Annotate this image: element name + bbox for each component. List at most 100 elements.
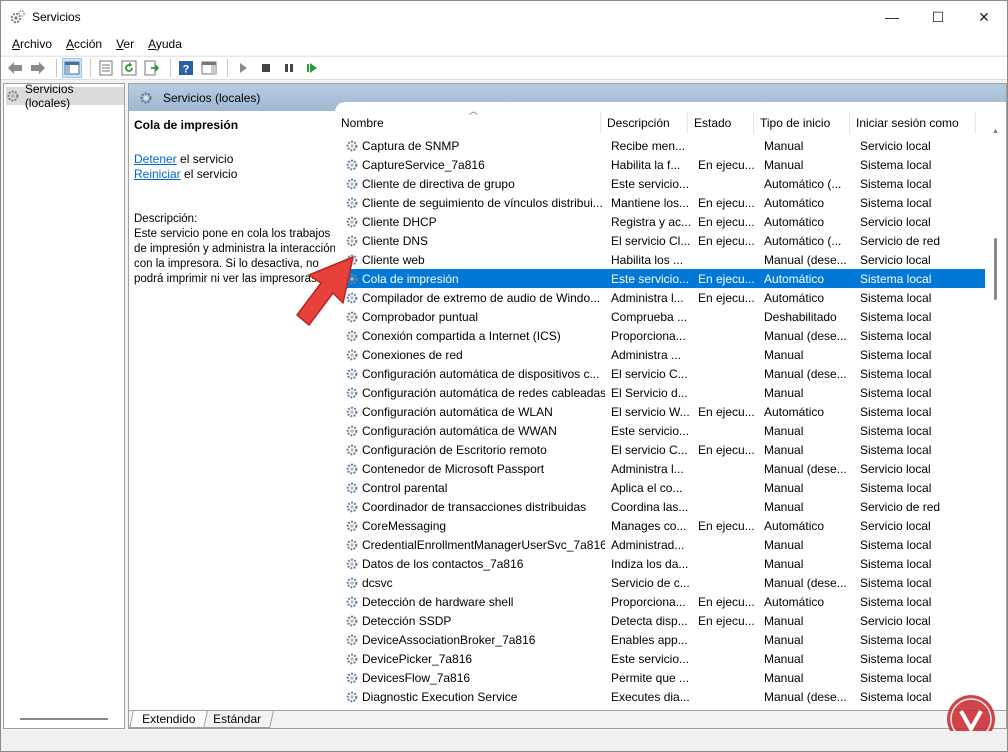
table-row[interactable]: Cliente DHCP Registra y ac... En ejecu... A… xyxy=(335,212,985,231)
tree-item-services-local[interactable]: Servicios (locales) xyxy=(6,82,124,110)
table-row[interactable]: Datos de los contactos_7a816 Indiza los d… xyxy=(335,554,985,573)
start-service-button[interactable] xyxy=(233,58,253,78)
minimize-icon: — xyxy=(885,9,899,25)
toolbar-separator xyxy=(90,59,91,77)
status-bar xyxy=(1,731,1007,751)
pause-service-button[interactable] xyxy=(279,58,299,78)
table-row[interactable]: Detección SSDP Detecta disp... En ejecu...… xyxy=(335,611,985,630)
service-name-text: DevicesFlow_7a816 xyxy=(362,670,471,685)
column-header-name[interactable]: Nombre xyxy=(335,112,601,134)
service-name: Cliente DHCP xyxy=(335,215,605,229)
table-row[interactable]: Captura de SNMP Recibe men... Manual Servic… xyxy=(335,136,985,155)
service-log-on-as: Sistema local xyxy=(860,651,932,666)
restart-service-button[interactable] xyxy=(302,58,322,78)
service-name-text: Compilador de extremo de audio de Windo.… xyxy=(362,290,601,305)
tree-horizontal-scrollbar[interactable] xyxy=(20,718,108,720)
service-log-on-as: Sistema local xyxy=(860,328,932,343)
back-button[interactable] xyxy=(5,58,25,78)
table-row[interactable]: Contenedor de Microsoft Passport Administ… xyxy=(335,459,985,478)
table-row[interactable]: CredentialEnrollmentManagerUserSvc_7a816… xyxy=(335,535,985,554)
table-row[interactable]: DevicesFlow_7a816 Permite que ... Manual Si… xyxy=(335,668,985,687)
service-gear-icon xyxy=(346,558,358,569)
table-row[interactable]: Cliente de directiva de grupo Este servic… xyxy=(335,174,985,193)
table-row[interactable]: Compilador de extremo de audio de Windo.… xyxy=(335,288,985,307)
maximize-button[interactable]: ☐ xyxy=(915,1,961,33)
vertical-scrollbar[interactable]: ▲ xyxy=(990,128,1000,698)
service-startup-type: Manual xyxy=(764,138,804,153)
table-row[interactable]: Cliente DNS El servicio Cl... En ejecu... A… xyxy=(335,231,985,250)
minimize-button[interactable]: — xyxy=(869,1,915,33)
table-row[interactable]: Configuración automática de dispositivos… xyxy=(335,364,985,383)
service-description-cell: El servicio C... xyxy=(611,442,688,457)
stop-service-link[interactable]: Detener xyxy=(134,152,177,166)
show-action-pane-button[interactable] xyxy=(199,58,219,78)
service-gear-icon xyxy=(346,596,358,607)
services-list: ︿ Nombre Descripción Estado Tipo de inic… xyxy=(335,102,1006,707)
back-arrow-icon xyxy=(8,62,22,74)
restart-service-link[interactable]: Reiniciar xyxy=(134,167,181,181)
stop-service-button[interactable] xyxy=(256,58,276,78)
table-row[interactable]: DevicePicker_7a816 Este servicio... Manual… xyxy=(335,649,985,668)
service-name-text: Captura de SNMP xyxy=(362,138,460,153)
table-row[interactable]: Diagnostic Execution Service Executes dia… xyxy=(335,687,985,706)
service-name: Configuración automática de dispositivos… xyxy=(335,367,605,381)
service-name-text: DevicePicker_7a816 xyxy=(362,651,473,666)
service-startup-type: Manual xyxy=(764,651,804,666)
table-row[interactable]: CoreMessaging Manages co... En ejecu... Aut… xyxy=(335,516,985,535)
service-startup-type: Manual (dese... xyxy=(764,328,847,343)
table-row[interactable]: Cliente de seguimiento de vínculos distr… xyxy=(335,193,985,212)
selected-service-name: Cola de impresión xyxy=(134,118,239,132)
service-name-text: dcsvc xyxy=(362,575,393,590)
column-header-log-on-as[interactable]: Iniciar sesión como xyxy=(850,112,976,134)
toolbar-separator xyxy=(56,59,57,77)
table-row[interactable]: CaptureService_7a816 Habilita la f... En e… xyxy=(335,155,985,174)
scroll-up-icon[interactable]: ▲ xyxy=(992,128,999,135)
table-row[interactable]: Cola de impresión Este servicio... En ejec… xyxy=(335,269,985,288)
table-row[interactable]: Configuración automática de WWAN Este ser… xyxy=(335,421,985,440)
table-row[interactable]: Configuración de Escritorio remoto El ser… xyxy=(335,440,985,459)
service-gear-icon xyxy=(346,482,358,493)
refresh-button[interactable] xyxy=(119,58,139,78)
service-name-text: Diagnostic Execution Service xyxy=(362,689,518,704)
menu-ver[interactable]: Ver xyxy=(109,37,141,51)
service-name-text: CredentialEnrollmentManagerUserSvc_7a816 xyxy=(362,537,605,552)
pane-header-title: Servicios (locales) xyxy=(163,90,261,105)
menu-ayuda[interactable]: Ayuda xyxy=(141,37,189,51)
service-description-cell: Recibe men... xyxy=(611,138,686,153)
service-name-text: Configuración automática de WLAN xyxy=(362,404,553,419)
table-row[interactable]: Conexión compartida a Internet (ICS) Prop… xyxy=(335,326,985,345)
forward-button[interactable] xyxy=(28,58,48,78)
column-header-status[interactable]: Estado xyxy=(688,112,754,134)
table-row[interactable]: Configuración automática de WLAN El servi… xyxy=(335,402,985,421)
table-row[interactable]: Control parental Aplica el co... Manual Sis… xyxy=(335,478,985,497)
column-header-description[interactable]: Descripción xyxy=(601,112,688,134)
service-name-text: CoreMessaging xyxy=(362,518,447,533)
menu-archivo[interactable]: Archivo xyxy=(5,37,59,51)
table-row[interactable]: Conexiones de red Administra ... Manual Sis… xyxy=(335,345,985,364)
show-hide-console-tree-button[interactable] xyxy=(62,58,82,78)
service-status: En ejecu... xyxy=(698,442,755,457)
service-status: En ejecu... xyxy=(698,195,755,210)
table-row[interactable]: dcsvc Servicio de c... Manual (dese... Sist… xyxy=(335,573,985,592)
export-list-button[interactable] xyxy=(142,58,162,78)
close-button[interactable]: ✕ xyxy=(961,1,1007,33)
properties-button[interactable] xyxy=(96,58,116,78)
tab-estandar[interactable]: Estándar xyxy=(200,711,275,728)
table-row[interactable]: Configuración automática de redes cablea… xyxy=(335,383,985,402)
column-header-startup-type[interactable]: Tipo de inicio xyxy=(754,112,850,134)
tab-extendido[interactable]: Extendido xyxy=(129,711,209,728)
service-startup-type: Manual (dese... xyxy=(764,366,847,381)
menu-accion[interactable]: Acción xyxy=(59,37,109,51)
table-row[interactable]: Comprobador puntual Comprueba ... Deshabil… xyxy=(335,307,985,326)
help-button[interactable]: ? xyxy=(176,58,196,78)
table-row[interactable]: Cliente web Habilita los ... Manual (dese.… xyxy=(335,250,985,269)
service-name: CredentialEnrollmentManagerUserSvc_7a816 xyxy=(335,538,605,552)
scrollbar-thumb[interactable] xyxy=(994,238,997,300)
table-row[interactable]: Coordinador de transacciones distribuida… xyxy=(335,497,985,516)
table-row[interactable]: DeviceAssociationBroker_7a816 Enables app… xyxy=(335,630,985,649)
service-status: En ejecu... xyxy=(698,233,755,248)
service-name-text: Cliente DNS xyxy=(362,233,429,248)
table-row[interactable]: Detección de hardware shell Proporciona..… xyxy=(335,592,985,611)
service-gear-icon xyxy=(346,444,358,455)
service-actions: Detener el servicio Reiniciar el servici… xyxy=(134,152,339,182)
